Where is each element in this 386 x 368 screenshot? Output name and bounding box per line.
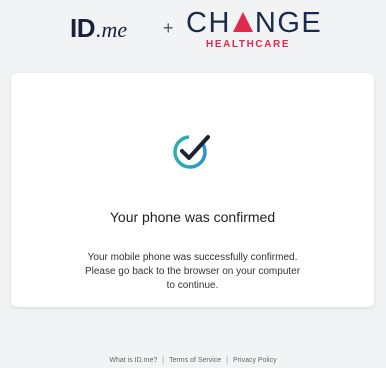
message-line: Your mobile phone was successfully confi… xyxy=(87,252,298,263)
idme-logo-me: .me xyxy=(96,17,128,42)
idme-logo: ID .me xyxy=(70,8,127,48)
change-healthcare-logo: CH NGE HEALTHCARE xyxy=(186,6,326,52)
message-line: to continue. xyxy=(166,280,219,291)
footer-link-what-is-idme[interactable]: What is ID.me? xyxy=(109,357,157,364)
footer: What is ID.me? | Terms of Service | Privacy … xyxy=(0,356,386,366)
confirmation-message: Your mobile phone was successfully confi… xyxy=(51,251,334,293)
footer-separator: | xyxy=(162,357,165,364)
footer-separator: | xyxy=(226,357,229,364)
idme-logo-id: ID xyxy=(70,13,96,43)
change-logo-word: CH NGE xyxy=(186,6,322,40)
change-logo-subtitle: HEALTHCARE xyxy=(206,39,291,50)
checkmark-circle-icon xyxy=(173,135,210,169)
message-line: Please go back to the browser on your co… xyxy=(84,266,301,277)
change-logo-prefix: CH xyxy=(186,7,231,39)
triangle-a-icon xyxy=(232,12,253,32)
footer-link-privacy[interactable]: Privacy Policy xyxy=(233,357,277,364)
header: ID .me + CH NGE HEALTHCARE xyxy=(0,0,386,62)
confirmation-card: Your phone was confirmed Your mobile pho… xyxy=(11,73,374,307)
change-logo-suffix: NGE xyxy=(254,7,323,39)
footer-link-terms[interactable]: Terms of Service xyxy=(169,357,221,364)
plus-sign: + xyxy=(163,18,174,38)
confirmation-title: Your phone was confirmed xyxy=(109,209,276,225)
